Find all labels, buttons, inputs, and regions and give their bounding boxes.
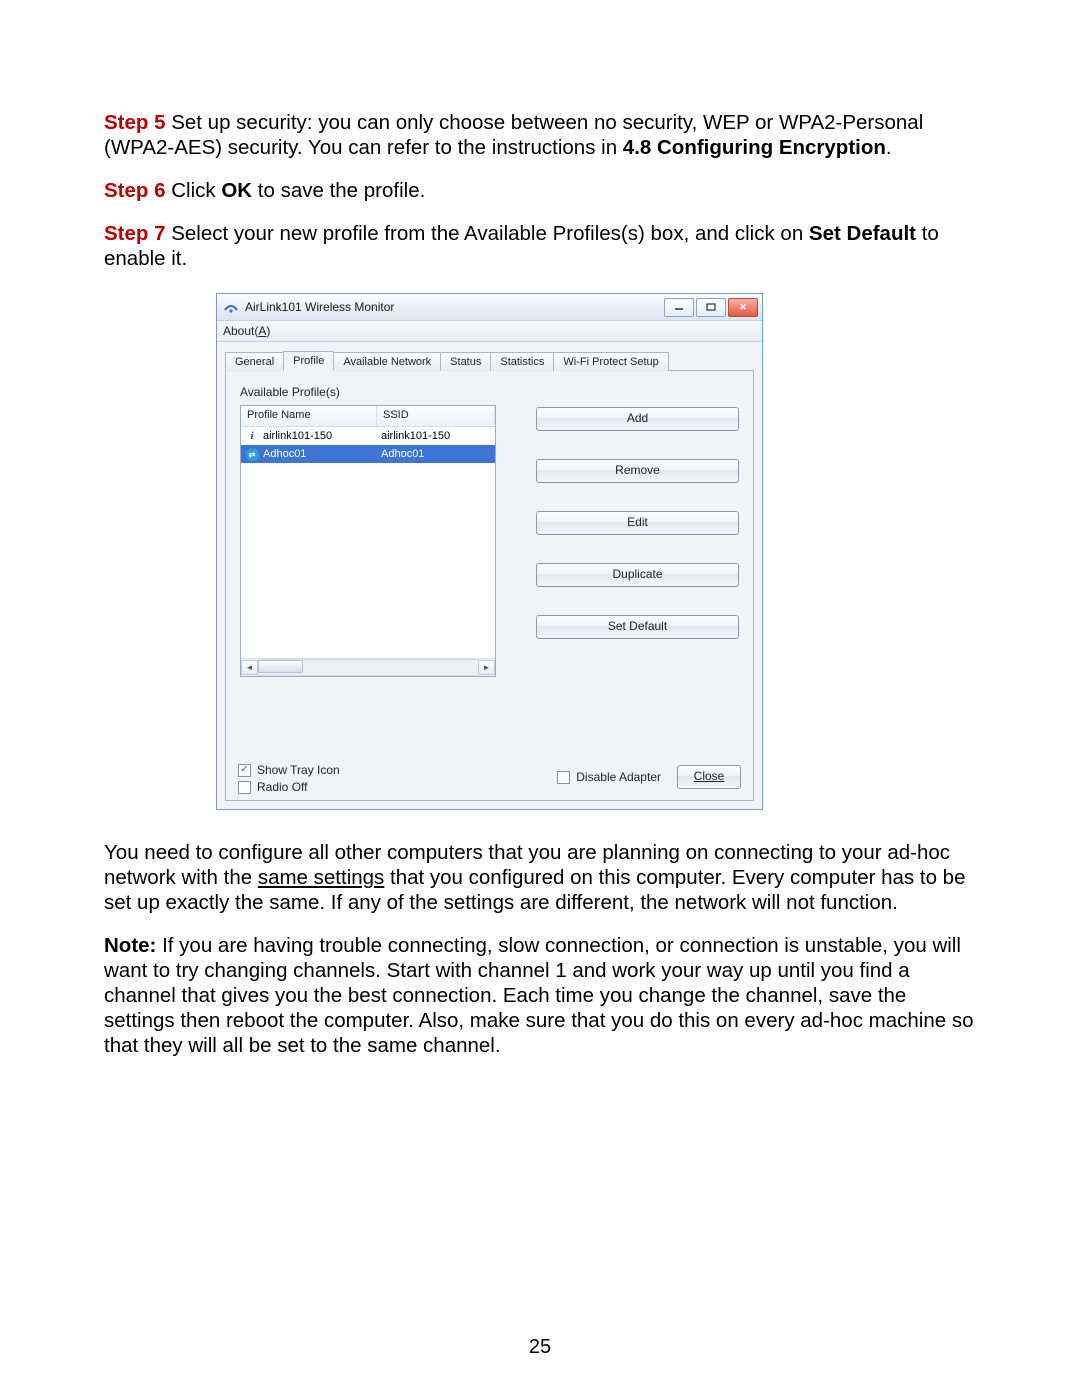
scroll-track[interactable] <box>258 659 478 676</box>
checkbox-unchecked-icon <box>238 781 251 794</box>
col-ssid[interactable]: SSID <box>377 406 495 426</box>
menubar[interactable]: About(A) <box>217 321 762 342</box>
tab-profile[interactable]: Profile <box>283 351 334 371</box>
maximize-button[interactable] <box>696 298 726 317</box>
window-titlebar[interactable]: AirLink101 Wireless Monitor ✕ <box>217 294 762 321</box>
horizontal-scrollbar[interactable]: ◄ ► <box>241 658 495 676</box>
step6-label: Step 6 <box>104 179 171 202</box>
note-label: Note: <box>104 934 156 957</box>
step7-paragraph: Step 7 Select your new profile from the … <box>104 221 982 271</box>
list-item[interactable]: i airlink101-150 airlink101-150 <box>241 427 495 445</box>
tab-wps[interactable]: Wi-Fi Protect Setup <box>553 352 668 371</box>
checkbox-unchecked-icon <box>557 771 570 784</box>
close-button[interactable]: Close <box>677 765 741 789</box>
step6-paragraph: Step 6 Click OK to save the profile. <box>104 178 982 203</box>
disable-adapter-checkbox[interactable]: Disable Adapter <box>557 770 661 784</box>
step5-paragraph: Step 5 Set up security: you can only cho… <box>104 110 982 160</box>
note-paragraph: Note: If you are having trouble connecti… <box>104 933 982 1058</box>
checkbox-checked-icon: ✓ <box>238 764 251 777</box>
wireless-monitor-window: AirLink101 Wireless Monitor ✕ About(A) G… <box>216 293 763 810</box>
tab-status[interactable]: Status <box>440 352 491 371</box>
scroll-thumb[interactable] <box>258 660 303 673</box>
adhoc-icon: ⇄ <box>245 447 259 461</box>
available-profiles-label: Available Profile(s) <box>226 371 753 405</box>
tabstrip: General Profile Available Network Status… <box>225 348 754 371</box>
menu-about[interactable]: About(A) <box>223 324 270 338</box>
profiles-listbox[interactable]: Profile Name SSID i airlink101-150 airli… <box>240 405 496 677</box>
add-button[interactable]: Add <box>536 407 739 431</box>
scroll-right-icon[interactable]: ► <box>478 660 495 675</box>
step5-label: Step 5 <box>104 111 171 134</box>
app-icon <box>223 299 239 315</box>
remove-button[interactable]: Remove <box>536 459 739 483</box>
list-header[interactable]: Profile Name SSID <box>241 406 495 427</box>
tab-general[interactable]: General <box>225 352 284 371</box>
infrastructure-icon: i <box>245 429 259 443</box>
set-default-button[interactable]: Set Default <box>536 615 739 639</box>
duplicate-button[interactable]: Duplicate <box>536 563 739 587</box>
show-tray-checkbox[interactable]: ✓ Show Tray Icon <box>238 763 340 777</box>
radio-off-checkbox[interactable]: Radio Off <box>238 780 340 794</box>
tab-statistics[interactable]: Statistics <box>490 352 554 371</box>
col-profile-name[interactable]: Profile Name <box>241 406 377 426</box>
edit-button[interactable]: Edit <box>536 511 739 535</box>
scroll-left-icon[interactable]: ◄ <box>241 660 258 675</box>
step7-label: Step 7 <box>104 222 171 245</box>
page-number: 25 <box>0 1336 1080 1359</box>
post-paragraph-1: You need to configure all other computer… <box>104 840 982 915</box>
minimize-button[interactable] <box>664 298 694 317</box>
close-window-button[interactable]: ✕ <box>728 298 758 317</box>
tab-available-network[interactable]: Available Network <box>333 352 441 371</box>
list-item[interactable]: ⇄ Adhoc01 Adhoc01 <box>241 445 495 463</box>
window-title: AirLink101 Wireless Monitor <box>245 300 394 314</box>
